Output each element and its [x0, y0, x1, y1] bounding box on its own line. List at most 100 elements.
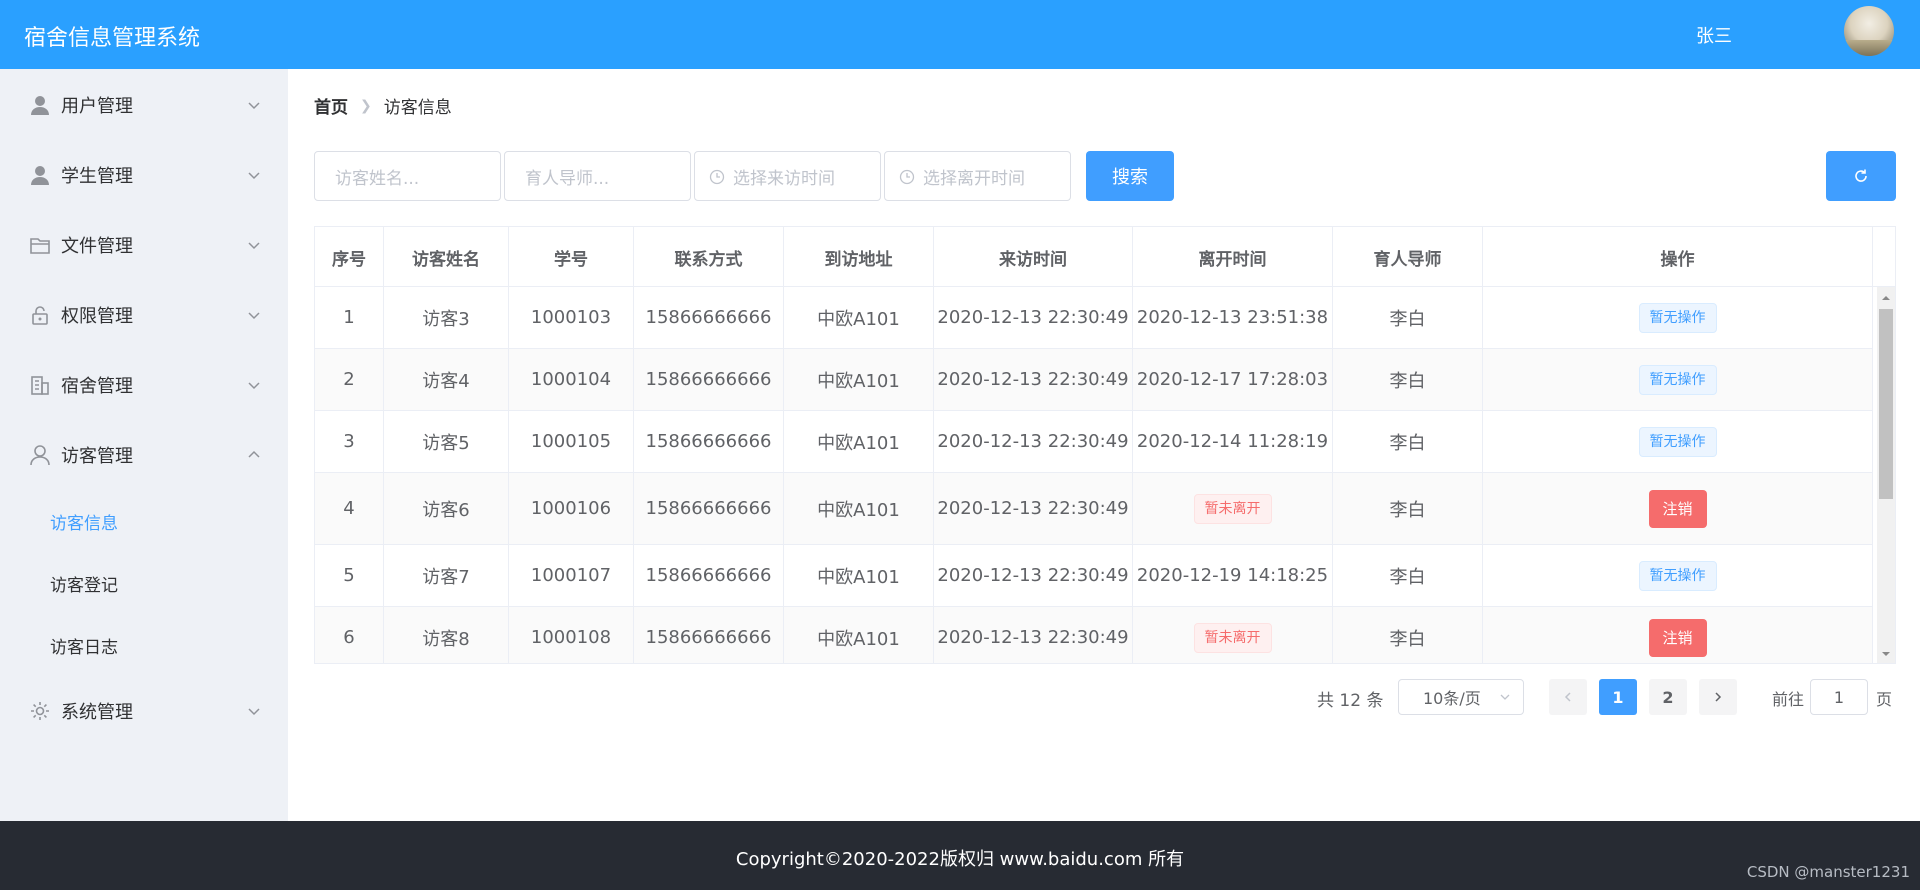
menu-label: 宿舍管理 — [61, 376, 133, 397]
menu-dorm-management[interactable]: 宿舍管理 — [0, 357, 288, 413]
scroll-down-icon[interactable] — [1881, 649, 1891, 659]
building-icon — [28, 373, 52, 397]
table-cell: 2020-12-13 22:30:49 — [934, 545, 1133, 606]
table-cell: 李白 — [1333, 545, 1483, 606]
no-action-tag: 暂无操作 — [1638, 560, 1717, 591]
table-cell: 中欧A101 — [784, 411, 934, 472]
tutor-input[interactable]: 育人导师... — [504, 151, 691, 201]
table-cell: 李白 — [1333, 287, 1483, 348]
menu-label: 权限管理 — [61, 306, 133, 327]
column-header: 操作 — [1483, 227, 1873, 287]
column-header: 访客姓名 — [384, 227, 509, 287]
sidebar-item-visitor-register[interactable]: 访客登记 — [0, 555, 288, 611]
table-header: 序号 访客姓名 学号 联系方式 到访地址 来访时间 离开时间 育人导师 操作 — [315, 227, 1895, 287]
no-action-tag: 暂无操作 — [1638, 302, 1717, 333]
chevron-down-icon — [1500, 694, 1510, 700]
breadcrumb-current: 访客信息 — [383, 98, 452, 118]
menu-label: 访客管理 — [61, 446, 133, 467]
table-row: 6 访客8 1000108 15866666666 中欧A101 2020-12-13 2… — [315, 607, 1873, 663]
table-cell: 5 — [315, 545, 384, 606]
menu-visitor-management[interactable]: 访客管理 — [0, 427, 288, 483]
table-cell: 2020-12-13 22:30:49 — [934, 349, 1133, 410]
placeholder: 访客姓名... — [335, 168, 420, 189]
table-cell: 访客3 — [384, 287, 509, 348]
user-icon — [28, 163, 52, 187]
table-cell: 6 — [315, 607, 384, 663]
sub-label: 访客日志 — [50, 637, 118, 658]
prev-page-button[interactable] — [1549, 679, 1587, 715]
chevron-up-icon — [248, 450, 260, 458]
no-action-tag: 暂无操作 — [1638, 364, 1717, 395]
user-icon — [28, 93, 52, 117]
table-cell: 1000103 — [509, 287, 634, 348]
sidebar: 用户管理 学生管理 文件管理 权限管理 宿舍管理 访客管理 访客信息 访客登记 … — [0, 69, 288, 821]
table-cell: 李白 — [1333, 349, 1483, 410]
table-cell: 15866666666 — [634, 287, 784, 348]
table-scrollbar[interactable] — [1877, 287, 1895, 663]
page-button-1[interactable]: 1 — [1599, 679, 1637, 715]
watermark: CSDN @manster1231 — [1746, 863, 1910, 881]
menu-label: 学生管理 — [61, 166, 133, 187]
username[interactable]: 张三 — [1696, 22, 1732, 48]
menu-student-management[interactable]: 学生管理 — [0, 147, 288, 203]
visit-time-picker[interactable]: 选择来访时间 — [694, 151, 881, 201]
clock-icon — [709, 169, 725, 185]
table-cell: 暂无操作 — [1483, 287, 1873, 348]
menu-file-management[interactable]: 文件管理 — [0, 217, 288, 273]
lock-icon — [28, 303, 52, 327]
table-cell: 2020-12-13 22:30:49 — [934, 411, 1133, 472]
table-cell: 中欧A101 — [784, 287, 934, 348]
scroll-up-icon[interactable] — [1881, 293, 1891, 303]
top-header: 宿舍信息管理系统 张三 — [0, 0, 1920, 69]
goto-page-input[interactable]: 1 — [1810, 679, 1868, 715]
copyright-text: Copyright©2020-2022版权归 www.baidu.com 所有 — [735, 849, 1185, 870]
table-cell: 3 — [315, 411, 384, 472]
page-size-select[interactable]: 10条/页 — [1398, 679, 1524, 715]
table-cell: 注销 — [1483, 473, 1873, 544]
table-cell: 1000108 — [509, 607, 634, 663]
page-button-2[interactable]: 2 — [1649, 679, 1687, 715]
column-header: 联系方式 — [634, 227, 784, 287]
refresh-button[interactable] — [1826, 151, 1896, 201]
table-cell: 访客5 — [384, 411, 509, 472]
placeholder: 育人导师... — [525, 168, 610, 189]
sidebar-item-visitor-info[interactable]: 访客信息 — [0, 493, 288, 549]
chevron-down-icon — [248, 312, 260, 320]
next-page-button[interactable] — [1699, 679, 1737, 715]
table-cell: 访客8 — [384, 607, 509, 663]
table-cell: 15866666666 — [634, 411, 784, 472]
breadcrumb-home[interactable]: 首页 — [314, 93, 348, 118]
sub-label: 访客登记 — [50, 575, 118, 596]
table-row: 2 访客4 1000104 15866666666 中欧A101 2020-12-13 2… — [315, 349, 1873, 411]
cancel-button[interactable]: 注销 — [1648, 618, 1707, 657]
menu-user-management[interactable]: 用户管理 — [0, 77, 288, 133]
chevron-down-icon — [248, 382, 260, 390]
app-title: 宿舍信息管理系统 — [24, 26, 201, 51]
table-cell: 李白 — [1333, 473, 1483, 544]
column-header: 离开时间 — [1133, 227, 1333, 287]
visitor-name-input[interactable]: 访客姓名... — [314, 151, 501, 201]
scroll-thumb[interactable] — [1879, 309, 1893, 499]
menu-label: 系统管理 — [61, 702, 133, 723]
table-cell: 暂未离开 — [1133, 607, 1333, 663]
table-cell: 1 — [315, 287, 384, 348]
column-header: 到访地址 — [784, 227, 934, 287]
table-cell: 暂无操作 — [1483, 411, 1873, 472]
visitor-table: 序号 访客姓名 学号 联系方式 到访地址 来访时间 离开时间 育人导师 操作 1 访客3 10001… — [314, 226, 1896, 664]
leave-time-picker[interactable]: 选择离开时间 — [884, 151, 1071, 201]
column-header: 学号 — [509, 227, 634, 287]
column-header: 序号 — [315, 227, 384, 287]
pagination-total: 共 12 条 — [1317, 691, 1384, 711]
column-header: 育人导师 — [1333, 227, 1483, 287]
sidebar-item-visitor-log[interactable]: 访客日志 — [0, 617, 288, 673]
menu-system-management[interactable]: 系统管理 — [0, 683, 288, 739]
chevron-down-icon — [248, 242, 260, 250]
avatar[interactable] — [1844, 6, 1894, 56]
menu-permission-management[interactable]: 权限管理 — [0, 287, 288, 343]
table-cell: 2 — [315, 349, 384, 410]
search-button[interactable]: 搜索 — [1086, 151, 1174, 201]
cancel-button[interactable]: 注销 — [1648, 489, 1707, 528]
folder-icon — [28, 233, 52, 257]
table-cell: 2020-12-13 22:30:49 — [934, 287, 1133, 348]
table-cell: 暂无操作 — [1483, 545, 1873, 606]
